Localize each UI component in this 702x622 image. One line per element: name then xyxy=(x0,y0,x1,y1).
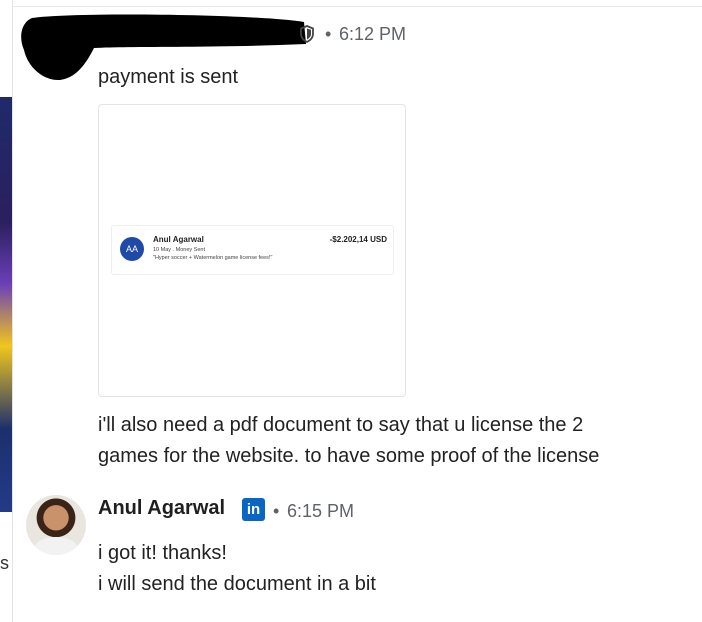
message-1-text: payment is sent xyxy=(98,66,239,88)
receipt-amount: -$2.202,14 USD xyxy=(329,235,387,244)
receipt-payee-name: Anul Agarwal xyxy=(153,235,204,244)
message-2-sender[interactable]: Anul Agarwal xyxy=(98,497,225,520)
message-2-line-1: i got it! thanks! xyxy=(98,542,227,564)
receipt-note: "Hyper soccer + Watermelon game license … xyxy=(153,255,273,261)
background-window-edge: s xyxy=(0,0,13,622)
background-window-artwork xyxy=(0,97,12,512)
message-2-timestamp[interactable]: 6:15 PM xyxy=(287,501,354,522)
avatar[interactable] xyxy=(26,495,86,555)
message-1-separator: • xyxy=(325,24,332,44)
receipt-avatar: AA xyxy=(120,237,144,261)
payment-screenshot-attachment[interactable]: AA Anul Agarwal 10 May . Money Sent "Hyp… xyxy=(98,104,406,397)
message-1-followup-line-1: i'll also need a pdf document to say tha… xyxy=(98,414,584,436)
background-window-text: s xyxy=(0,553,9,573)
linkedin-icon[interactable]: in xyxy=(242,498,265,521)
message-1-followup-line-2: games for the website. to have some proo… xyxy=(98,445,600,467)
message-2-line-2: i will send the document in a bit xyxy=(98,573,376,595)
top-divider xyxy=(13,6,702,7)
payment-receipt-card: AA Anul Agarwal 10 May . Money Sent "Hyp… xyxy=(111,225,394,275)
shield-icon xyxy=(300,25,314,44)
receipt-date-status: 10 May . Money Sent xyxy=(153,247,205,253)
message-1-timestamp[interactable]: 6:12 PM xyxy=(339,24,406,45)
message-2-separator: • xyxy=(273,501,280,521)
